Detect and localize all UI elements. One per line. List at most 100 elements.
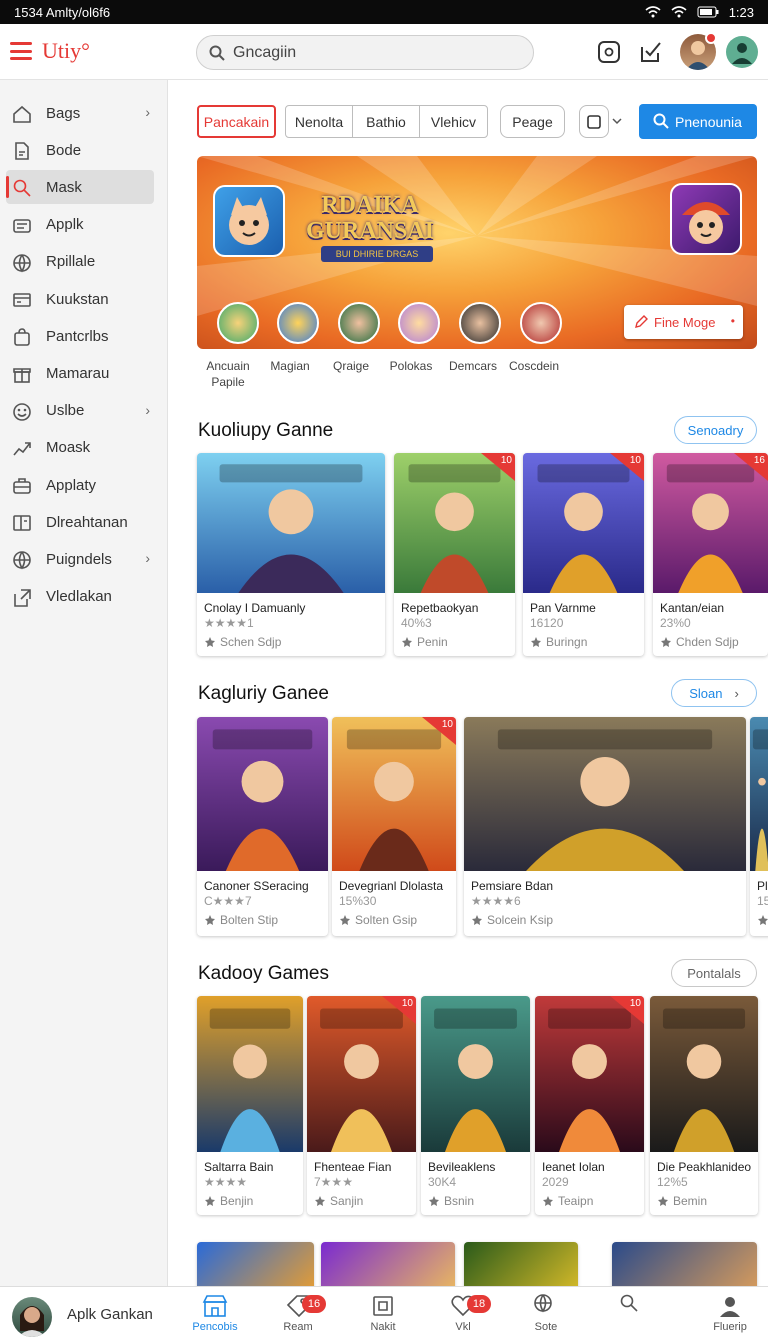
game-card[interactable]: 16 Kantan/eian 23%0 Chden Sdjp (653, 453, 768, 656)
sidebar-item-label: Uslbe (46, 402, 85, 420)
bottom-nav-item-6[interactable]: Fluerip (690, 1293, 768, 1333)
sidebar-item-6[interactable]: Pantcrlbs (6, 319, 154, 353)
game-icon-left[interactable] (213, 185, 285, 257)
game-card[interactable]: Plalkan Pawvis15%6 Sanjin (750, 717, 768, 936)
game-card[interactable]: Bevileaklens 30K4 Bsnin (421, 996, 530, 1215)
game-card[interactable]: Saltarra Bain ★★★★ Benjin (197, 996, 303, 1215)
game-card[interactable]: Canoner SSeracing C★★★7 Bolten Stip (197, 717, 328, 936)
game-card[interactable]: 10 Ieanet Iolan 2029 Teaipn (535, 996, 644, 1215)
app-brand[interactable]: Utiy° (42, 38, 90, 64)
game-card-footer-label: Buringn (546, 635, 588, 649)
banner-subtitle: BUI DHIRIE DRGAS (321, 246, 433, 262)
game-card-meta: ★★★★6 (471, 894, 521, 908)
featured-banner[interactable]: RDAIKA GURANSAI BUI DHIRIE DRGAS Fine Mo… (197, 156, 757, 349)
sidebar-item-label: Applk (46, 216, 84, 234)
menu-icon[interactable] (10, 42, 32, 60)
sidebar-item-5[interactable]: Kuukstan (6, 282, 154, 316)
game-card-meta: 40%3 (401, 616, 432, 630)
profile-label[interactable]: Aplk Gankan (67, 1306, 153, 1323)
sidebar-item-11[interactable]: Dlreahtanan (6, 505, 154, 539)
bottom-nav-item-2[interactable]: Nakit (343, 1293, 423, 1333)
bottom-nav-item-3[interactable]: Vkl 18 (423, 1293, 503, 1333)
filter-chip-nenolta[interactable]: Nenolta (285, 105, 353, 138)
game-card-art (653, 453, 768, 593)
filter-chip-vlehicv[interactable]: Vlehicv (419, 105, 488, 138)
game-card-teaser[interactable] (197, 1242, 314, 1286)
game-card[interactable]: 10 Fhenteae Fian 7★★★ Sanjin (307, 996, 416, 1215)
section-action-button[interactable]: Pontalals (671, 959, 757, 987)
bottom-nav-label: Nakit (370, 1321, 396, 1333)
banner-title-line1: RDAIKA (321, 192, 419, 218)
section-action-button[interactable]: Sloan › (671, 679, 757, 707)
search-input[interactable]: Gncagiin (196, 35, 534, 70)
filter-chip-peage[interactable]: Peage (500, 105, 565, 138)
category-circle-6[interactable] (520, 302, 562, 344)
game-card-teaser[interactable] (612, 1242, 757, 1286)
bottom-nav-item-1[interactable]: Ream 16 (258, 1293, 338, 1333)
game-card-art (332, 717, 456, 871)
banner-title-line2: GURANSAI (305, 218, 434, 244)
game-card-title: Pan Varnme (530, 601, 596, 615)
category-circle-2[interactable] (277, 302, 319, 344)
game-card[interactable]: Die Peakhlanideo 12%5 Bemin (650, 996, 758, 1215)
game-card[interactable]: Pemsiare Bdan ★★★★6 Solcein Ksip (464, 717, 746, 936)
status-left-text: 1534 Amlty/ol6f6 (14, 4, 111, 20)
store-icon (202, 1295, 228, 1317)
game-card[interactable]: 10 Devegrianl Dlolasta 15%30 Solten Gsip (332, 717, 456, 936)
game-card-title: Cnolay I Damuanly (204, 601, 306, 615)
chevron-right-icon: › (145, 550, 150, 567)
category-circle-3[interactable] (338, 302, 380, 344)
sidebar-item-3[interactable]: Applk (6, 208, 154, 242)
game-card[interactable]: 10 Pan Varnme 16120 Buringn (523, 453, 644, 656)
view-toggle-button[interactable] (579, 105, 609, 138)
section-action-button[interactable]: Senoadry (674, 416, 757, 444)
pencil-icon (635, 315, 648, 328)
search-icon (13, 180, 31, 197)
profile-avatar[interactable] (12, 1297, 52, 1337)
sidebar-item-13[interactable]: Vledlakan (6, 580, 154, 614)
sidebar-item-9[interactable]: Moask (6, 431, 154, 465)
chevron-down-icon[interactable] (612, 117, 622, 125)
game-card-meta: 30K4 (428, 1175, 457, 1189)
globe-icon (13, 253, 31, 273)
notification-icon[interactable] (596, 39, 622, 65)
game-card[interactable]: Cnolay I Damuanly ★★★★1 Schen Sdjp (197, 453, 385, 656)
search-value: Gncagiin (233, 43, 297, 61)
category-circle-4[interactable] (398, 302, 440, 344)
bottom-nav-label: Pencobis (192, 1321, 238, 1333)
sidebar-item-1[interactable]: Bode (6, 133, 154, 167)
fine-moge-button[interactable]: Fine Moge • (624, 305, 743, 339)
sidebar-item-8[interactable]: Uslbe › (6, 394, 154, 428)
game-card-teaser[interactable] (321, 1242, 455, 1286)
sidebar-item-4[interactable]: Rpillale (6, 245, 154, 279)
game-card-footer-label: Solten Gsip (355, 913, 418, 927)
sidebar-item-12[interactable]: Puigndels › (6, 542, 154, 576)
bottom-nav-item-4[interactable]: Sote (506, 1293, 586, 1333)
search-icon (209, 45, 225, 61)
sidebar-item-10[interactable]: Applaty (6, 468, 154, 502)
game-icon-right[interactable] (670, 183, 742, 255)
bottom-nav-item-5[interactable] (592, 1293, 672, 1321)
game-card-teaser[interactable] (464, 1242, 578, 1286)
primary-action-label: Pnenounia (675, 113, 742, 130)
category-circle-1[interactable] (217, 302, 259, 344)
category-label[interactable]: Coscdein (496, 358, 572, 374)
main-content: Pancakain Nenolta Bathio Vlehicv Peage P… (168, 80, 768, 1286)
share-icon[interactable] (638, 39, 664, 65)
game-card-art (421, 996, 530, 1152)
game-card-meta: C★★★7 (204, 894, 252, 908)
category-circle-5[interactable] (459, 302, 501, 344)
filter-chip-pancakain[interactable]: Pancakain (197, 105, 276, 138)
game-card-footer-label: Benjin (220, 1194, 254, 1208)
star-icon (340, 915, 350, 925)
game-card-art (523, 453, 644, 593)
sidebar-item-2[interactable]: Mask (6, 170, 154, 205)
bottom-nav-item-0[interactable]: Pencobis (175, 1293, 255, 1333)
account-avatar[interactable] (726, 36, 758, 68)
game-card-art (394, 453, 515, 593)
sidebar-item-7[interactable]: Mamarau (6, 356, 154, 390)
sidebar-item-0[interactable]: Bags › (6, 96, 154, 130)
primary-action-button[interactable]: Pnenounia (639, 104, 757, 139)
filter-chip-bathio[interactable]: Bathio (352, 105, 420, 138)
game-card[interactable]: 10 Repetbaokyan 40%3 Penin (394, 453, 515, 656)
